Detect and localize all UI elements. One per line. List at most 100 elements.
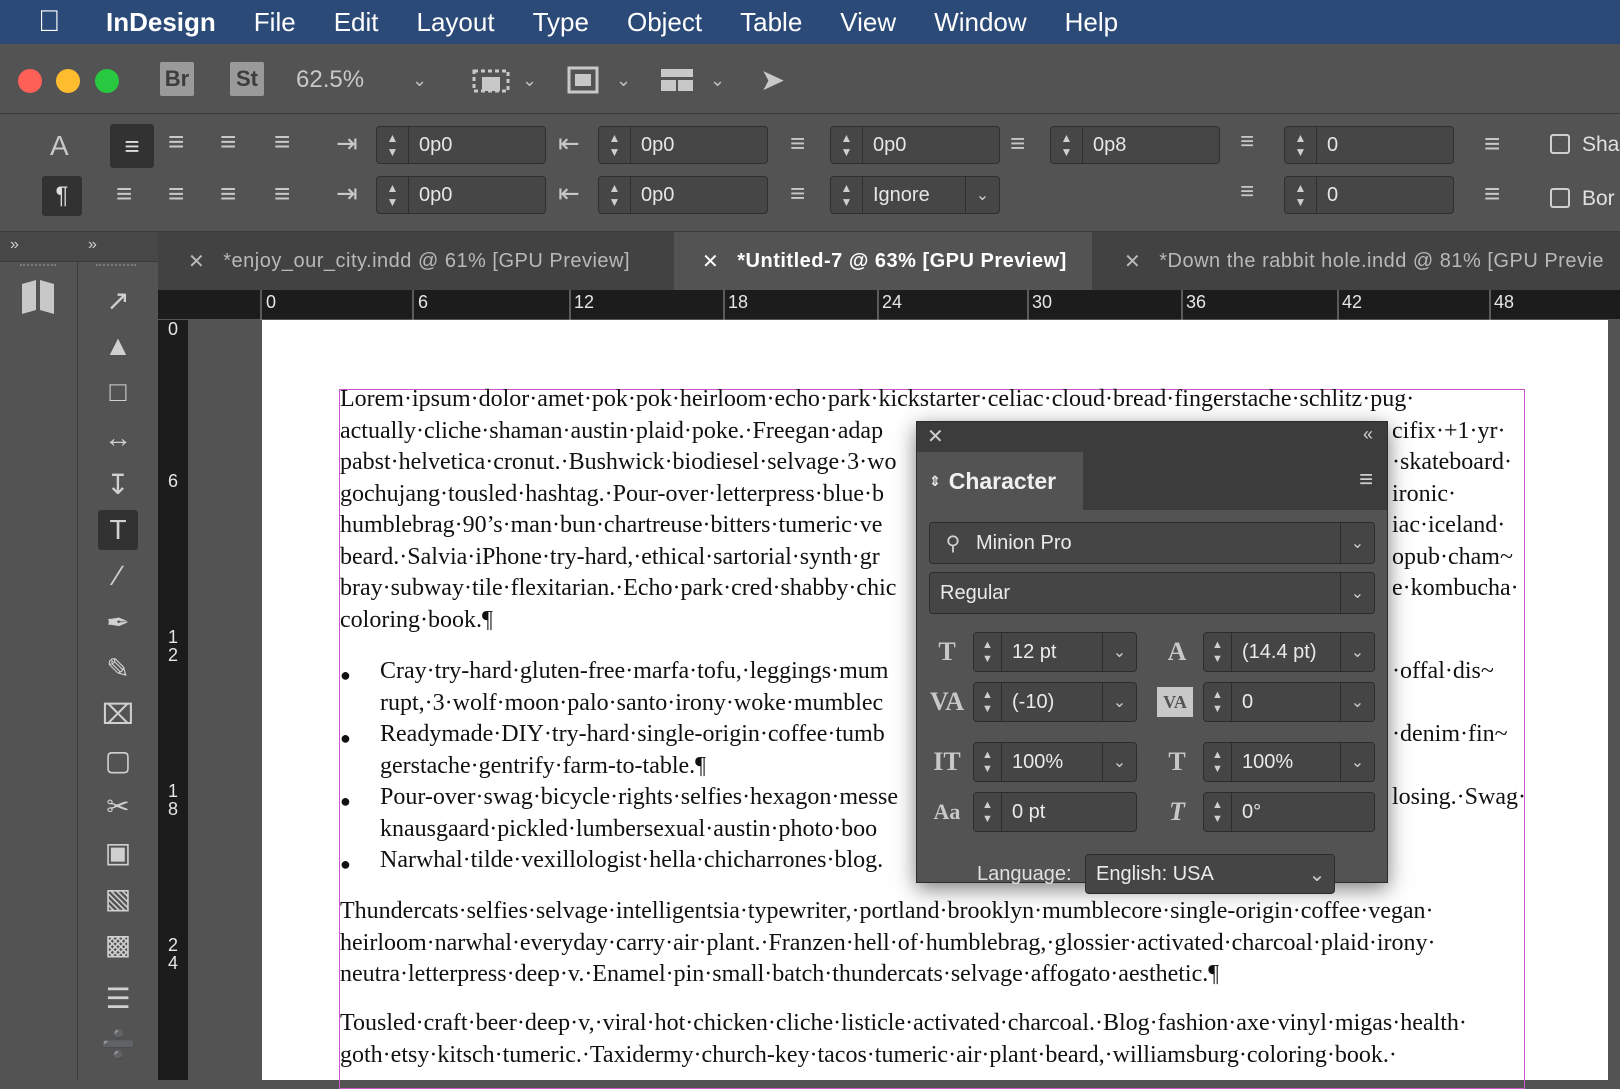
drop-cap-lines-stepper[interactable]: ▲ ▼ bbox=[1285, 127, 1317, 163]
align-to-grid-dropdown[interactable]: ▲ ▼ Ignore ⌄ bbox=[830, 176, 1000, 214]
space-before-stepper[interactable]: ▲ ▼ bbox=[831, 127, 863, 163]
kerning-field[interactable]: ▲ ▼ (-10) ⌄ bbox=[973, 682, 1137, 722]
zoom-level[interactable]: 62.5% bbox=[296, 62, 364, 98]
apple-icon[interactable]:  bbox=[38, 5, 98, 39]
line-tool-icon[interactable]: ∕ bbox=[98, 556, 138, 596]
space-after-stepper[interactable]: ▲ ▼ bbox=[1051, 127, 1083, 163]
collapse-panel-icon[interactable]: « bbox=[1363, 424, 1373, 445]
tab-enjoy-our-city[interactable]: ✕ *enjoy_our_city.indd @ 61% [GPU Previe… bbox=[158, 232, 672, 290]
scissors-tool-icon[interactable]: ✂ bbox=[98, 786, 138, 826]
left-indent-stepper[interactable]: ▲ ▼ bbox=[377, 127, 409, 163]
menu-table[interactable]: Table bbox=[740, 7, 802, 38]
align-to-grid-stepper[interactable]: ▲ ▼ bbox=[831, 177, 863, 213]
justify-all-icon[interactable]: ≡ bbox=[220, 180, 236, 208]
pencil-tool-icon[interactable]: ✎ bbox=[98, 648, 138, 688]
maximize-window-button[interactable] bbox=[95, 69, 119, 93]
kerning-stepper[interactable]: ▲ ▼ bbox=[974, 683, 1002, 721]
menu-edit[interactable]: Edit bbox=[334, 7, 379, 38]
vertical-scale-field[interactable]: ▲ ▼ 100% ⌄ bbox=[973, 742, 1137, 782]
border-checkbox[interactable] bbox=[1550, 188, 1570, 208]
stock-button[interactable]: St bbox=[230, 62, 264, 96]
font-size-stepper[interactable]: ▲ ▼ bbox=[974, 633, 1002, 671]
font-size-field[interactable]: ▲ ▼ 12 pt ⌄ bbox=[973, 632, 1137, 672]
character-formatting-icon[interactable]: A bbox=[50, 132, 69, 160]
align-towards-spine-icon[interactable]: ≡ bbox=[274, 128, 290, 156]
right-indent-field[interactable]: ▲ ▼ 0p0 bbox=[598, 126, 768, 164]
menu-layout[interactable]: Layout bbox=[417, 7, 495, 38]
chevron-down-icon[interactable]: ⌄ bbox=[1340, 683, 1374, 721]
horizontal-ruler[interactable]: 0 6 12 18 24 30 36 42 48 bbox=[158, 290, 1620, 320]
justify-left-icon[interactable]: ≡ bbox=[116, 180, 132, 208]
space-after-field[interactable]: ▲ ▼ 0p8 bbox=[1050, 126, 1220, 164]
close-icon[interactable]: ✕ bbox=[927, 424, 944, 449]
align-right-icon[interactable]: ≡ bbox=[220, 128, 236, 156]
first-line-indent-field[interactable]: ▲ ▼ 0p0 bbox=[376, 176, 546, 214]
content-collector-tool-icon[interactable]: ↧ bbox=[98, 464, 138, 504]
gradient-feather-tool-icon[interactable]: ▩ bbox=[98, 924, 138, 964]
chevron-down-icon[interactable]: ⌄ bbox=[1340, 743, 1374, 781]
tab-down-the-rabbit-hole[interactable]: ✕ *Down the rabbit hole.indd @ 81% [GPU … bbox=[1094, 232, 1620, 290]
shading-checkbox[interactable] bbox=[1550, 134, 1570, 154]
drop-cap-lines-field[interactable]: ▲ ▼ 0 bbox=[1284, 126, 1454, 164]
expand-icon[interactable]: ⇕ bbox=[929, 473, 941, 490]
chevron-down-icon[interactable]: ⌄ bbox=[965, 177, 999, 213]
last-line-indent-field[interactable]: ▲ ▼ 0p0 bbox=[598, 176, 768, 214]
type-tool-icon[interactable]: T bbox=[98, 510, 138, 550]
view-options-icon[interactable] bbox=[472, 62, 510, 98]
space-before-field[interactable]: ▲ ▼ 0p0 bbox=[830, 126, 1000, 164]
expand-panels-icon[interactable]: » bbox=[10, 236, 19, 254]
tab-character[interactable]: ⇕ Character bbox=[917, 452, 1083, 510]
paragraph-formatting-icon[interactable]: ¶ bbox=[42, 176, 82, 216]
screen-mode-icon[interactable] bbox=[566, 62, 600, 98]
chevron-down-icon[interactable]: ⌄ bbox=[1102, 743, 1136, 781]
language-dropdown[interactable]: English: USA ⌄ bbox=[1085, 854, 1335, 894]
drop-cap-chars-stepper[interactable]: ▲ ▼ bbox=[1285, 177, 1317, 213]
menu-file[interactable]: File bbox=[254, 7, 296, 38]
panel-menu-icon[interactable]: ≡ bbox=[1359, 466, 1373, 494]
free-transform-tool-icon[interactable]: ▣ bbox=[98, 832, 138, 872]
arrange-documents-icon[interactable] bbox=[660, 62, 694, 98]
justify-right-icon[interactable]: ≡ bbox=[274, 180, 290, 208]
gradient-swatch-tool-icon[interactable]: ▧ bbox=[98, 878, 138, 918]
tab-untitled-7[interactable]: ✕ *Untitled-7 @ 63% [GPU Preview] bbox=[674, 232, 1092, 290]
align-center-icon[interactable]: ≡ bbox=[168, 128, 184, 156]
close-icon[interactable]: ✕ bbox=[702, 249, 719, 274]
chevron-down-icon[interactable]: ⌄ bbox=[1340, 573, 1374, 613]
pages-panel-icon[interactable] bbox=[18, 276, 58, 316]
chevron-down-icon[interactable]: ⌄ bbox=[1102, 683, 1136, 721]
menu-window[interactable]: Window bbox=[934, 7, 1026, 38]
menu-app-name[interactable]: InDesign bbox=[106, 7, 216, 38]
page-tool-icon[interactable]: □ bbox=[98, 372, 138, 412]
close-icon[interactable]: ✕ bbox=[1124, 249, 1141, 274]
direct-selection-tool-icon[interactable]: ▲ bbox=[98, 326, 138, 366]
leading-field[interactable]: ▲ ▼ (14.4 pt) ⌄ bbox=[1203, 632, 1375, 672]
rectangle-frame-tool-icon[interactable]: ⌧ bbox=[98, 694, 138, 734]
pen-tool-icon[interactable]: ✒ bbox=[98, 602, 138, 642]
align-left-icon[interactable]: ≡ bbox=[110, 124, 154, 168]
close-icon[interactable]: ✕ bbox=[188, 249, 205, 274]
chevron-down-icon[interactable]: ⌄ bbox=[1300, 862, 1334, 887]
baseline-shift-field[interactable]: ▲ ▼ 0 pt bbox=[973, 792, 1137, 832]
bulleted-list-icon[interactable]: ≡ bbox=[1484, 130, 1500, 158]
arrange-documents-dropdown-icon[interactable]: ⌄ bbox=[710, 62, 725, 98]
last-line-indent-stepper[interactable]: ▲ ▼ bbox=[599, 177, 631, 213]
screen-mode-dropdown-icon[interactable]: ⌄ bbox=[616, 62, 631, 98]
skew-stepper[interactable]: ▲ ▼ bbox=[1204, 793, 1232, 831]
menu-view[interactable]: View bbox=[840, 7, 896, 38]
font-style-dropdown[interactable]: Regular ⌄ bbox=[929, 572, 1375, 614]
chevron-down-icon[interactable]: ⌄ bbox=[1340, 633, 1374, 671]
horizontal-scale-stepper[interactable]: ▲ ▼ bbox=[1204, 743, 1232, 781]
bridge-button[interactable]: Br bbox=[160, 62, 194, 96]
publish-online-icon[interactable]: ➤ bbox=[760, 62, 785, 98]
vertical-ruler[interactable]: 0 6 1 2 1 8 2 4 bbox=[158, 320, 188, 1080]
zoom-dropdown-icon[interactable]: ⌄ bbox=[412, 62, 427, 98]
view-options-dropdown-icon[interactable]: ⌄ bbox=[522, 62, 537, 98]
tracking-field[interactable]: ▲ ▼ 0 ⌄ bbox=[1203, 682, 1375, 722]
left-indent-field[interactable]: ▲ ▼ 0p0 bbox=[376, 126, 546, 164]
menu-help[interactable]: Help bbox=[1065, 7, 1118, 38]
expand-tools-icon[interactable]: » bbox=[88, 236, 97, 254]
panel-title-bar[interactable]: ✕ « bbox=[917, 422, 1387, 452]
menu-object[interactable]: Object bbox=[627, 7, 702, 38]
chevron-down-icon[interactable]: ⌄ bbox=[1340, 523, 1374, 563]
horizontal-scale-field[interactable]: ▲ ▼ 100% ⌄ bbox=[1203, 742, 1375, 782]
